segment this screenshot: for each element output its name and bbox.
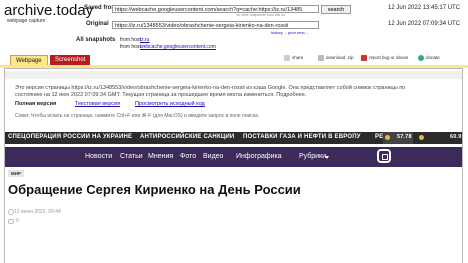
report-label: report bug or abuse <box>369 55 409 61</box>
no-other-snapshots-note: no other snapshots from this url <box>236 13 286 17</box>
rate-eur: 60.9 <box>450 134 462 140</box>
view-count: 0 <box>16 218 19 224</box>
nav-opinions[interactable]: Мнения <box>148 153 173 160</box>
share-button[interactable]: share <box>284 55 303 61</box>
nav-news[interactable]: Новости <box>85 153 112 160</box>
cache-note-line-1: Это версия страницы https://iz.ru/134855… <box>15 85 406 91</box>
chevron-down-icon <box>325 156 329 159</box>
nav-articles[interactable]: Статьи <box>120 153 143 160</box>
logo-inner-shape <box>382 154 388 160</box>
topic-bar: СПЕЦОПЕРАЦИЯ РОССИИ НА УКРАИНЕ АНТИРОССИ… <box>5 132 462 144</box>
share-label: share <box>292 55 304 61</box>
view-source-link[interactable]: Просмотреть исходный код <box>135 101 205 107</box>
share-icon <box>284 55 290 61</box>
snapshot-frame: Это версия страницы https://iz.ru/134855… <box>4 68 463 263</box>
coin-icon-2 <box>419 135 424 140</box>
nav-rubrics[interactable]: Рубрики <box>299 153 326 160</box>
article-title: Обращение Сергея Кириенко на День России <box>8 182 301 197</box>
search-button[interactable]: search <box>321 5 351 14</box>
full-version-label: Полная версия <box>15 101 57 107</box>
from-host-text-2: from host <box>120 44 141 50</box>
coin-icon <box>385 135 390 140</box>
cache-banner-top <box>5 71 462 79</box>
donate-icon <box>418 55 424 61</box>
rate-usd: 57.78 <box>397 134 412 140</box>
download-label: download .zip <box>326 55 354 61</box>
cache-note: Это версия страницы https://iz.ru/134855… <box>15 85 445 99</box>
text-version-link[interactable]: Текстовая версия <box>75 101 120 107</box>
nav-infographics[interactable]: Инфографика <box>236 153 282 160</box>
history-nav-links[interactable]: history ←prior next→ <box>271 30 309 35</box>
host-link-izru[interactable]: iz.ru <box>140 37 149 43</box>
donate-button[interactable]: donate <box>418 55 440 61</box>
search-tip: Совет. Чтобы искать на странице, нажмите… <box>15 113 260 119</box>
from-host-text-1: from host <box>120 37 141 43</box>
host-link-webcache[interactable]: webcache.googleusercontent.com <box>140 44 216 50</box>
main-nav: Новости Статьи Мнения Фото Видео Инфогра… <box>5 147 462 167</box>
topic-item-ukraine[interactable]: СПЕЦОПЕРАЦИЯ РОССИИ НА УКРАИНЕ <box>8 134 132 140</box>
report-icon <box>361 55 367 61</box>
topic-item-gas[interactable]: ПОСТАВКИ ГАЗА И НЕФТИ В ЕВРОПУ <box>243 134 361 140</box>
saved-date: 12 Jun 2022 13:45:17 UTC <box>388 5 461 11</box>
tab-webpage[interactable]: Webpage <box>10 55 48 65</box>
topic-item-sanctions[interactable]: АНТИРОССИЙСКИЕ САНКЦИИ <box>140 134 234 140</box>
saved-from-url-field[interactable]: https://webcache.googleusercontent.com/s… <box>112 5 319 13</box>
nav-video[interactable]: Видео <box>203 153 223 160</box>
all-snapshots-label: All snapshots <box>76 37 116 43</box>
download-zip-button[interactable]: download .zip <box>318 55 354 61</box>
original-label: Original <box>86 21 109 27</box>
site-logo[interactable]: archive.today <box>4 2 93 19</box>
cache-note-line-2: состоянию на 12 июн 2022 07:09:34 GMT. Т… <box>15 92 307 98</box>
rubric-badge[interactable]: МИР <box>8 170 24 177</box>
article-date: 12 июня 2022, 09:44 <box>14 209 61 215</box>
download-icon <box>318 55 324 61</box>
eye-icon <box>8 219 14 224</box>
donate-label: donate <box>426 55 440 61</box>
site-tagline: webpage capture <box>7 18 46 24</box>
nav-photo[interactable]: Фото <box>180 153 196 160</box>
original-date: 12 Jun 2022 07:09:34 UTC <box>388 21 461 27</box>
clock-icon <box>8 209 14 215</box>
original-url-field[interactable]: https://iz.ru/1348553/video/obrashchenie… <box>112 21 319 29</box>
tab-screenshot[interactable]: Screenshot <box>50 55 91 65</box>
report-bug-button[interactable]: report bug or abuse <box>361 55 408 61</box>
izvestia-logo-icon[interactable] <box>377 149 391 163</box>
